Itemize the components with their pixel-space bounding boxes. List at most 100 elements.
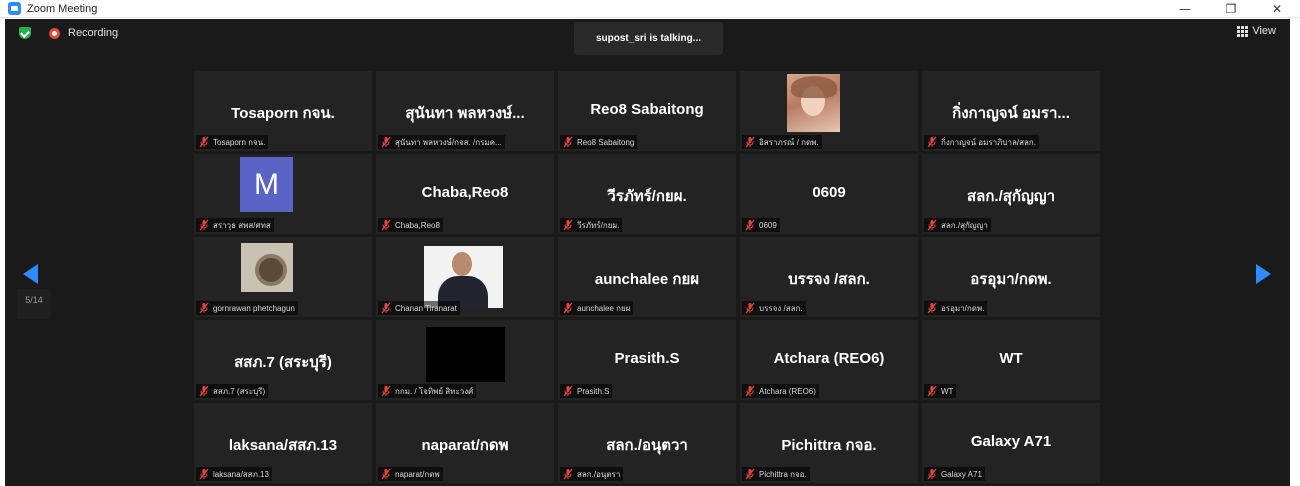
- mic-muted-icon: [381, 468, 391, 480]
- participant-tile[interactable]: naparat/กดพ naparat/กดพ: [376, 403, 554, 483]
- participant-tile[interactable]: อรอุมา/กดพ. อรอุมา/กดพ.: [922, 237, 1100, 317]
- mic-muted-icon: [199, 468, 209, 480]
- participant-label: บรรจง /สลก.: [742, 301, 806, 315]
- participant-name: Galaxy A71: [970, 433, 1052, 450]
- participant-tile[interactable]: Atchara (REO6) Atchara (REO6): [740, 320, 918, 400]
- mic-muted-icon: [199, 385, 209, 397]
- participant-label: WT: [924, 384, 957, 398]
- restore-button[interactable]: ❐: [1208, 0, 1254, 18]
- participant-tile[interactable]: Pichittra กจอ. Pichittra กจอ.: [740, 403, 918, 483]
- participant-label-text: สลก./อนุตรา: [577, 469, 621, 479]
- title-bar: Zoom Meeting — ❐ ✕: [0, 0, 1300, 18]
- previous-page-icon[interactable]: [23, 264, 38, 284]
- participant-tile[interactable]: อิสราภรณ์ / กดพ.: [740, 71, 918, 151]
- mic-muted-icon: [745, 302, 755, 314]
- participant-label-text: gornrawan phetchagun: [213, 303, 295, 313]
- participant-name: Reo8 Sabaitong: [590, 101, 704, 118]
- participant-tile[interactable]: สลก./สุกัญญา สลก./สุกัญญา: [922, 154, 1100, 234]
- mic-muted-icon: [563, 302, 573, 314]
- participant-label: สลก./อนุตรา: [560, 467, 624, 481]
- participant-tile[interactable]: WT WT: [922, 320, 1100, 400]
- participant-name: สลก./อนุตวา: [606, 437, 688, 454]
- participant-tile[interactable]: Prasith.S Prasith.S: [558, 320, 736, 400]
- participant-label: aunchalee กยผ: [560, 301, 634, 315]
- participant-label: Galaxy A71: [924, 467, 985, 481]
- participant-label: naparat/กดพ: [378, 467, 443, 481]
- participant-tile[interactable]: Galaxy A71 Galaxy A71: [922, 403, 1100, 483]
- participant-tile[interactable]: บรรจง /สลก. บรรจง /สลก.: [740, 237, 918, 317]
- participant-label-text: สราวุธ สพส/ศทส: [213, 220, 271, 230]
- participant-tile[interactable]: สุนันทา พลหวงษ์... สุนันทา พลหวงษ์/กจส. …: [376, 71, 554, 151]
- participant-label-text: laksana/สสภ.13: [213, 469, 269, 479]
- participant-label-text: Atchara (REO6): [759, 386, 816, 396]
- close-button[interactable]: ✕: [1254, 0, 1300, 18]
- mic-muted-icon: [199, 219, 209, 231]
- participant-name: Tosaporn กจน.: [231, 105, 335, 122]
- participant-tile[interactable]: aunchalee กยผ aunchalee กยผ: [558, 237, 736, 317]
- minimize-button[interactable]: —: [1162, 0, 1208, 18]
- participant-label: อรอุมา/กดพ.: [924, 301, 988, 315]
- page-indicator: 5/14: [17, 289, 51, 319]
- participant-name: laksana/สสภ.13: [228, 437, 338, 454]
- participant-tile[interactable]: Chanan Tiranarat: [376, 237, 554, 317]
- participant-name: naparat/กดพ: [421, 437, 509, 454]
- mic-muted-icon: [563, 468, 573, 480]
- participant-tile[interactable]: M สราวุธ สพส/ศทส: [194, 154, 372, 234]
- participant-label: วีรภัทร์/กยผ.: [560, 218, 623, 232]
- participant-label-text: Tosaporn กจน.: [213, 137, 266, 147]
- shield-icon[interactable]: [19, 27, 31, 39]
- participant-label-text: วีรภัทร์/กยผ.: [577, 220, 620, 230]
- mic-muted-icon: [745, 219, 755, 231]
- participant-label: Reo8 Sabaitong: [560, 135, 638, 149]
- participant-tile[interactable]: วีรภัทร์/กยผ. วีรภัทร์/กยผ.: [558, 154, 736, 234]
- recording-label[interactable]: Recording: [68, 27, 118, 39]
- mic-muted-icon: [927, 219, 937, 231]
- mic-muted-icon: [745, 385, 755, 397]
- participant-tile[interactable]: Reo8 Sabaitong Reo8 Sabaitong: [558, 71, 736, 151]
- mic-muted-icon: [199, 302, 209, 314]
- participant-name: Chaba,Reo8: [421, 184, 509, 201]
- participant-tile[interactable]: กิ่งกาญจน์ อมรา... กิ่งกาญจน์ อมราภิบาล/…: [922, 71, 1100, 151]
- participant-tile[interactable]: 0609 0609: [740, 154, 918, 234]
- participant-name: สลก./สุกัญญา: [967, 188, 1055, 205]
- mic-muted-icon: [563, 385, 573, 397]
- mic-muted-icon: [199, 136, 209, 148]
- participant-label-text: Pichittra กจอ.: [759, 469, 807, 479]
- participant-label: อิสราภรณ์ / กดพ.: [742, 135, 822, 149]
- participant-label-text: Chanan Tiranarat: [395, 303, 457, 313]
- participant-label: 0609: [742, 218, 780, 232]
- window-title: Zoom Meeting: [27, 2, 98, 15]
- mic-muted-icon: [381, 385, 391, 397]
- status-area: Recording: [19, 27, 118, 39]
- participant-avatar: M: [240, 157, 293, 212]
- participant-label: สุนันทา พลหวงษ์/กจส. /กรมค...: [378, 135, 505, 149]
- participant-video-off: [426, 327, 505, 382]
- participant-photo: [424, 246, 503, 308]
- participant-label: สราวุธ สพส/ศทส: [196, 218, 274, 232]
- participant-name: วีรภัทร์/กยผ.: [607, 188, 687, 205]
- participant-name: สสภ.7 (สระบุรี): [234, 354, 332, 371]
- participant-label-text: บรรจง /สลก.: [759, 303, 803, 313]
- mic-muted-icon: [563, 136, 573, 148]
- participant-tile[interactable]: สลก./อนุตวา สลก./อนุตรา: [558, 403, 736, 483]
- participant-tile[interactable]: laksana/สสภ.13 laksana/สสภ.13: [194, 403, 372, 483]
- participant-label: Tosaporn กจน.: [196, 135, 269, 149]
- participant-label-text: สสภ.7 (สระบุรี): [213, 386, 266, 396]
- next-page-icon[interactable]: [1256, 264, 1271, 284]
- participant-label-text: Reo8 Sabaitong: [577, 137, 635, 147]
- participant-name: อรอุมา/กดพ.: [970, 271, 1052, 288]
- participant-label-text: อิสราภรณ์ / กดพ.: [759, 137, 819, 147]
- participant-label-text: กิ่งกาญจน์ อมราภิบาล/สลก.: [941, 137, 1036, 147]
- view-button[interactable]: View: [1237, 25, 1276, 37]
- participant-name: บรรจง /สลก.: [788, 271, 870, 288]
- participant-label-text: WT: [941, 386, 954, 396]
- participant-tile[interactable]: gornrawan phetchagun: [194, 237, 372, 317]
- mic-muted-icon: [927, 302, 937, 314]
- recording-icon[interactable]: [49, 27, 60, 39]
- zoom-app-icon: [8, 2, 21, 15]
- participant-tile[interactable]: สสภ.7 (สระบุรี) สสภ.7 (สระบุรี): [194, 320, 372, 400]
- view-label: View: [1252, 25, 1276, 37]
- participant-tile[interactable]: Tosaporn กจน. Tosaporn กจน.: [194, 71, 372, 151]
- participant-tile[interactable]: กกม. / โจทิพย์ สิทะวงศ์: [376, 320, 554, 400]
- participant-tile[interactable]: Chaba,Reo8 Chaba,Reo8: [376, 154, 554, 234]
